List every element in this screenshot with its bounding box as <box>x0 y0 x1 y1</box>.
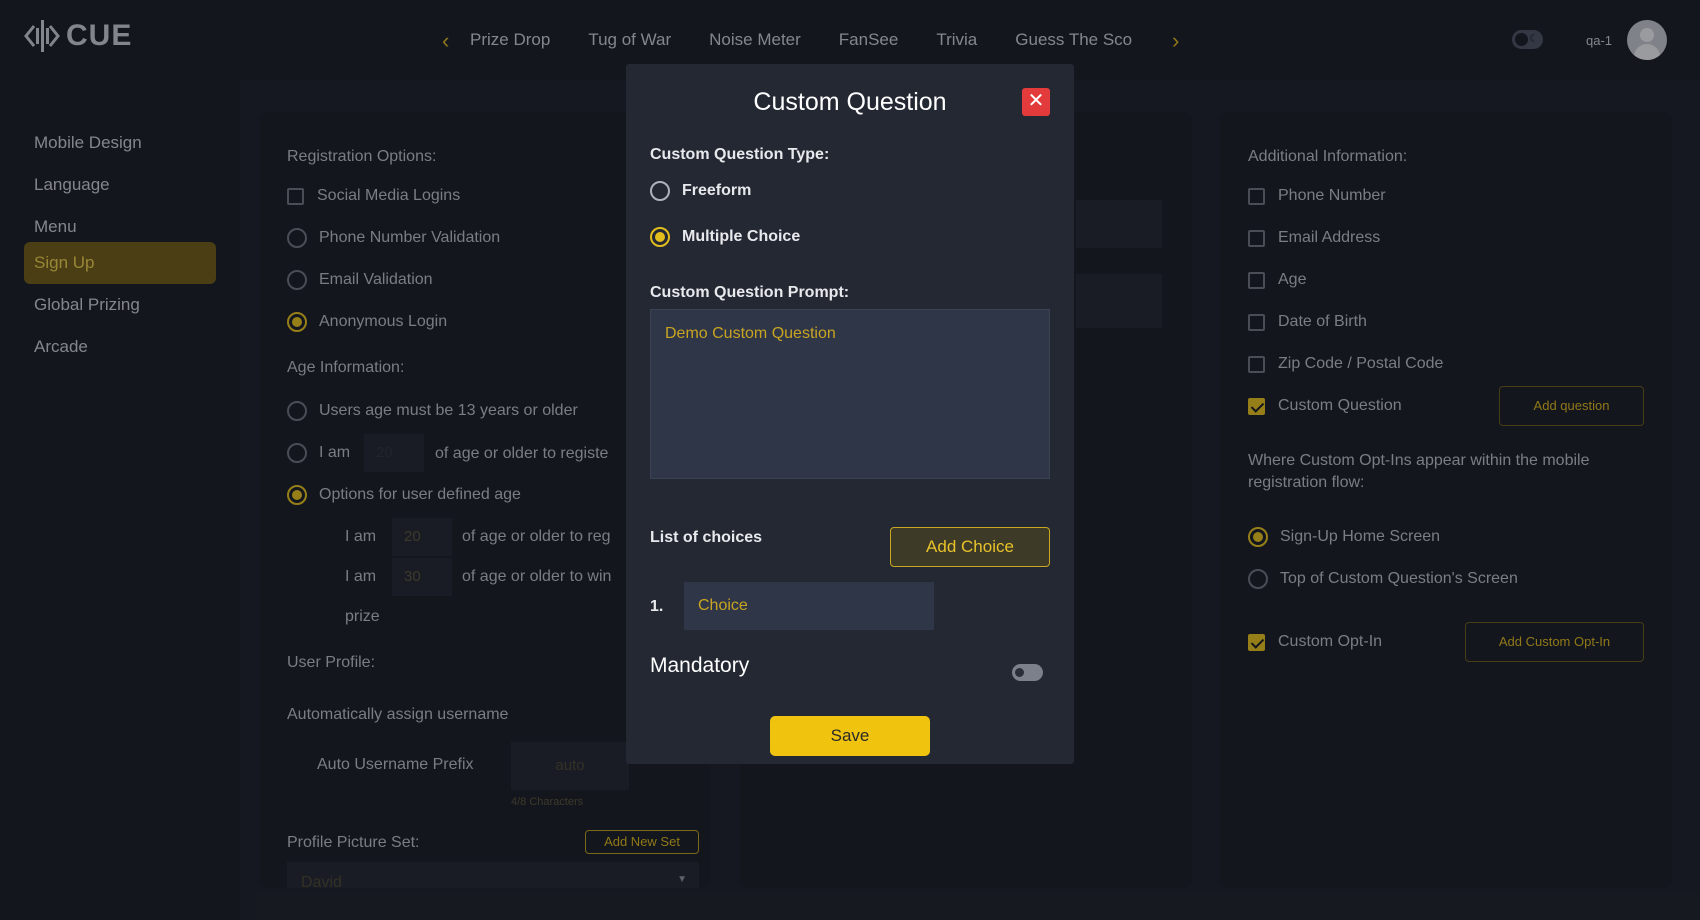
choices-label: List of choices <box>650 529 763 546</box>
radio[interactable] <box>650 181 670 201</box>
prompt-label: Custom Question Prompt: <box>650 284 850 301</box>
option-label: Freeform <box>682 182 752 199</box>
custom-question-modal: Custom Question ✕ Custom Question Type: … <box>626 64 1074 764</box>
choice-number: 1. <box>650 598 664 615</box>
add-choice-button[interactable]: Add Choice <box>890 527 1050 567</box>
question-type-label: Custom Question Type: <box>650 146 830 163</box>
radio-selected[interactable] <box>650 227 670 247</box>
prompt-textarea[interactable]: Demo Custom Question <box>650 309 1050 479</box>
type-multiple-choice[interactable]: Multiple Choice <box>650 227 800 247</box>
type-freeform[interactable]: Freeform <box>650 181 751 201</box>
toggle-knob <box>1015 668 1024 677</box>
option-label: Multiple Choice <box>682 228 801 245</box>
mandatory-toggle[interactable] <box>1012 664 1043 681</box>
save-button[interactable]: Save <box>770 716 930 756</box>
close-icon[interactable]: ✕ <box>1022 88 1050 116</box>
mandatory-label: Mandatory <box>650 654 750 677</box>
choice-input[interactable]: Choice <box>684 582 934 630</box>
modal-title: Custom Question <box>753 88 947 116</box>
